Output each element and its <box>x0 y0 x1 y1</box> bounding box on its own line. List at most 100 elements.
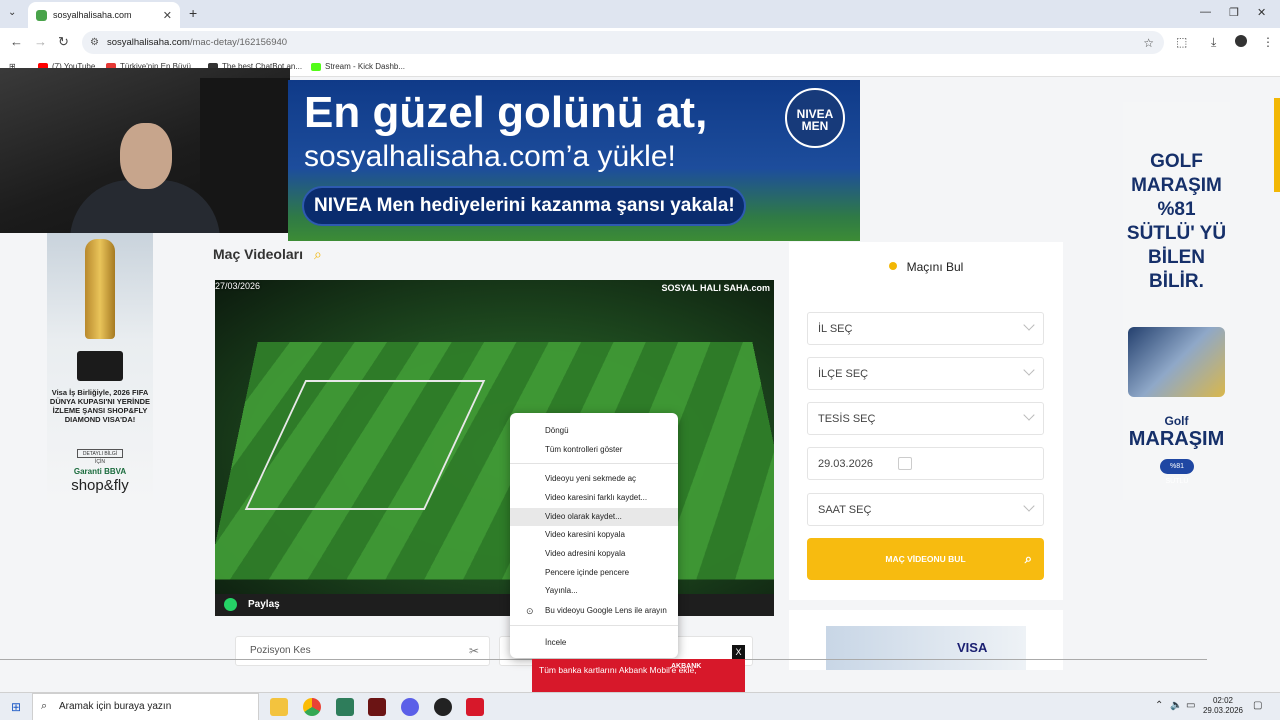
app-icon[interactable] <box>336 698 354 716</box>
search-icon: ⌕ <box>1024 551 1032 566</box>
facility-select[interactable]: TESİS SEÇ <box>807 402 1044 435</box>
video-share-bar: Paylaş <box>215 594 774 616</box>
webcam-person-head <box>120 123 172 189</box>
menu-item-open-new-tab[interactable]: Videoyu yeni sekmede aç <box>510 470 678 488</box>
ad-line-1: En güzel golünü at, <box>304 88 708 137</box>
site-favicon-icon <box>36 9 47 21</box>
marasim-label: MARAŞIM <box>1128 428 1225 450</box>
file-explorer-icon[interactable] <box>270 698 288 716</box>
chevron-down-icon <box>1023 409 1035 421</box>
golf-label: Golf <box>1164 414 1189 428</box>
bookmark-star-icon[interactable]: ☆ <box>1143 36 1154 50</box>
ad-close-button[interactable]: X <box>732 645 745 659</box>
profile-avatar[interactable] <box>1235 35 1247 47</box>
webcam-chair <box>200 78 290 233</box>
garanti-logo: Garanti BBVA <box>73 467 127 476</box>
forward-icon[interactable]: → <box>34 34 47 49</box>
nivea-logo: NIVEA MEN <box>785 88 845 148</box>
city-select[interactable]: İL SEÇ <box>807 312 1044 345</box>
menu-kebab-icon[interactable]: ⋮ <box>1262 35 1274 49</box>
top-banner-ad[interactable]: En güzel golünü at, sosyalhalisaha.com’a… <box>288 80 860 241</box>
page-scrollbar[interactable] <box>1274 98 1280 192</box>
app-icon[interactable] <box>466 698 484 716</box>
akbank-logo: AKBANK <box>671 663 702 670</box>
video-context-menu: Döngü Tüm kontrolleri göster Videoyu yen… <box>510 413 678 658</box>
new-tab-icon[interactable]: + <box>189 5 197 21</box>
left-side-ad[interactable]: Visa İş Birliğiyle, 2026 FIFA DÜNYA KUPA… <box>47 233 153 500</box>
active-tab[interactable]: sosyalhalisaha.com ✕ <box>28 2 180 28</box>
scissors-icon: ✂ <box>468 644 479 658</box>
time-select[interactable]: SAAT SEÇ <box>807 493 1044 526</box>
url-domain: sosyalhalisaha.com <box>106 37 190 48</box>
webcam-overlay <box>0 68 290 233</box>
taskbar-search[interactable]: ⌕ Aramak için buraya yazın <box>32 693 259 720</box>
search-icon[interactable]: ⌕ <box>314 246 322 263</box>
menu-item-save-frame[interactable]: Video karesini farklı kaydet... <box>510 489 678 507</box>
facility-select-label: TESİS SEÇ <box>818 413 876 425</box>
shopfly-logo: shop&fly <box>71 477 129 494</box>
ad-line-3: NIVEA Men hediyelerini kazanma şansı yak… <box>302 186 746 226</box>
menu-item-show-controls[interactable]: Tüm kontrolleri göster <box>510 441 678 459</box>
windows-start-icon[interactable]: ⊞ <box>11 700 21 714</box>
sutlu-badge: %81 SÜTLÜ <box>1160 459 1194 485</box>
trophy-image <box>85 239 115 339</box>
network-icon[interactable]: ▭ <box>1186 700 1195 711</box>
tray-chevron-icon[interactable]: ⌃ <box>1155 700 1163 711</box>
site-info-icon[interactable]: ⚙ <box>90 37 99 48</box>
extensions-icon[interactable]: ⬚ <box>1176 35 1187 49</box>
download-icon[interactable]: ⤓ <box>1211 35 1216 50</box>
search-icon: ⌕ <box>41 700 48 712</box>
menu-item-copy-frame[interactable]: Video karesini kopyala <box>510 526 678 544</box>
akbank-ad[interactable]: Tüm banka kartlarını Akbank Mobil'e ekle… <box>532 659 745 692</box>
district-select[interactable]: İLÇE SEÇ <box>807 357 1044 390</box>
section-title: Maç Videoları <box>213 246 304 262</box>
tab-search-icon[interactable]: ⌄ <box>8 7 16 18</box>
calendar-icon[interactable] <box>898 457 912 470</box>
app-icon[interactable] <box>434 698 452 716</box>
menu-item-save-video[interactable]: Video olarak kaydet... <box>510 508 678 526</box>
find-video-label: MAÇ VİDEONU BUL <box>885 554 966 564</box>
menu-separator <box>510 463 678 464</box>
minimize-icon[interactable]: — <box>1200 6 1211 18</box>
visa-ad-image <box>826 626 1026 670</box>
restore-icon[interactable]: ❐ <box>1229 6 1239 19</box>
chrome-icon[interactable] <box>303 698 321 716</box>
finder-title-text: Maçını Bul <box>906 260 964 274</box>
reload-icon[interactable]: ↻ <box>58 34 69 50</box>
share-label[interactable]: Paylaş <box>248 599 280 610</box>
dot-icon <box>888 262 897 270</box>
menu-item-loop[interactable]: Döngü <box>510 422 678 440</box>
clock-date: 29.03.2026 <box>1202 706 1244 715</box>
address-bar[interactable]: ⚙ sosyalhalisaha.com /mac-detay/16215694… <box>82 31 1164 54</box>
notifications-icon[interactable]: ▢ <box>1253 700 1262 711</box>
position-cut-label: Pozisyon Kes <box>250 645 311 656</box>
date-field[interactable]: 29.03.2026 <box>807 447 1044 480</box>
app-icon[interactable] <box>368 698 386 716</box>
video-date: 27/03/2026 <box>215 281 261 291</box>
chevron-down-icon <box>1023 319 1035 331</box>
visa-ad-panel[interactable]: VISA <box>789 610 1063 670</box>
volume-icon[interactable]: 🔈 <box>1170 700 1182 711</box>
match-video-player[interactable]: 27/03/2026 SOSYAL HALI SAHA.com <box>215 280 774 594</box>
chevron-down-icon <box>1023 500 1035 512</box>
back-icon[interactable]: ← <box>10 34 23 49</box>
close-window-icon[interactable]: ✕ <box>1257 6 1266 19</box>
close-tab-icon[interactable]: ✕ <box>163 9 172 22</box>
menu-item-google-lens[interactable]: Bu videoyu Google Lens ile arayın <box>510 602 678 620</box>
finder-title: Maçını Bul <box>789 260 1063 274</box>
position-cut-box[interactable]: Pozisyon Kes ✂ <box>235 636 490 666</box>
clock-time: 02:02 <box>1212 696 1234 705</box>
taskbar-clock[interactable]: 02:02 29.03.2026 <box>1198 696 1248 716</box>
menu-item-pip[interactable]: Pencere içinde pencere <box>510 564 678 582</box>
right-side-ad[interactable]: GOLF MARAŞIM %81 SÜTLÜ' YÜ BİLEN BİLİR. … <box>1123 102 1230 500</box>
match-finder-panel: Maçını Bul İL SEÇ İLÇE SEÇ TESİS SEÇ 29.… <box>789 242 1063 600</box>
menu-item-cast[interactable]: Yayınla... <box>510 582 678 600</box>
product-image <box>1128 327 1225 397</box>
menu-item-inspect[interactable]: İncele <box>510 634 678 652</box>
bookmark-kick[interactable]: Stream - Kick Dashb... <box>311 62 405 71</box>
find-video-button[interactable]: MAÇ VİDEONU BUL ⌕ <box>807 538 1044 580</box>
left-ad-button[interactable]: DETAYLI BİLGİ İÇİN <box>77 449 123 465</box>
app-icon[interactable] <box>401 698 419 716</box>
menu-item-copy-address[interactable]: Video adresini kopyala <box>510 545 678 563</box>
whatsapp-icon[interactable] <box>224 598 237 611</box>
